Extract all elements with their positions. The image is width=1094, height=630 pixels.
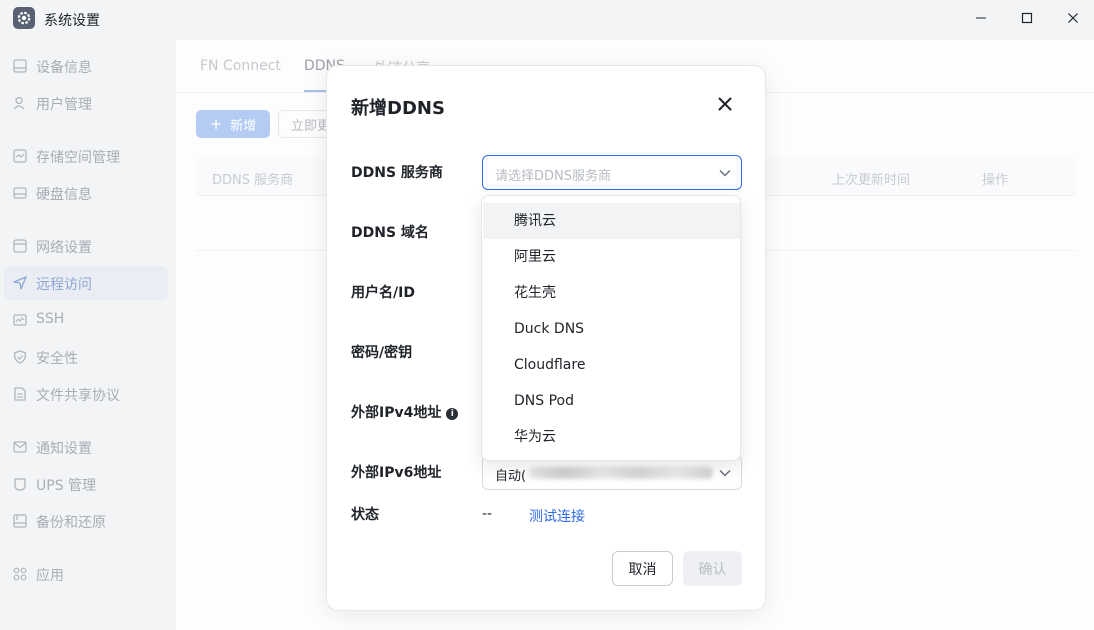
info-icon[interactable]: i (446, 408, 459, 420)
backup-icon (13, 514, 27, 528)
dropdown-option-huawei-cloud[interactable]: 华为云 (483, 419, 740, 455)
sidebar-item-label: UPS 管理 (36, 478, 97, 494)
dropdown-option-oray[interactable]: 花生壳 (483, 275, 740, 311)
column-header-actions: 操作 (982, 173, 1009, 188)
plus-icon: + (209, 115, 223, 133)
sidebar-item-label: 文件共享协议 (36, 388, 120, 404)
title-bar: 系统设置 (0, 0, 1094, 40)
sidebar-item-label: 网络设置 (36, 240, 92, 256)
chevron-down-icon (719, 169, 731, 177)
send-icon (13, 276, 27, 290)
sidebar-item-label: 通知设置 (36, 441, 92, 457)
provider-dropdown-list: 腾讯云 阿里云 花生壳 Duck DNS Cloudflare DNS Pod … (481, 195, 741, 461)
sidebar-item-backup[interactable]: 备份和还原 (4, 504, 168, 538)
tab-fn-connect[interactable]: FN Connect (200, 58, 281, 74)
dropdown-option-dnspod[interactable]: DNS Pod (483, 383, 740, 419)
file-icon (14, 387, 26, 401)
ups-icon (14, 478, 26, 491)
provider-label: DDNS 服务商 (351, 165, 443, 181)
chevron-down-icon (719, 469, 731, 477)
close-icon[interactable] (718, 97, 732, 111)
sidebar-item-apps[interactable]: 应用 (4, 557, 168, 591)
sidebar-item-label: 设备信息 (36, 60, 92, 76)
cancel-button[interactable]: 取消 (612, 551, 673, 586)
sidebar-item-ssh[interactable]: SSH (4, 303, 168, 337)
ipv4-label: 外部IPv4地址 (351, 405, 442, 421)
status-label: 状态 (351, 507, 379, 523)
test-connection-link[interactable]: 测试连接 (529, 506, 585, 526)
add-ddns-button[interactable]: + 新增 (196, 110, 270, 138)
column-header-last-update: 上次更新时间 (832, 173, 911, 188)
domain-label: DDNS 域名 (351, 225, 429, 241)
terminal-icon (13, 314, 27, 326)
redacted-address (529, 467, 713, 479)
sidebar-item-label: 备份和还原 (36, 515, 106, 531)
sidebar-item-label: 用户管理 (36, 97, 92, 113)
ipv6-value: 自动( (495, 469, 527, 484)
status-value: -- (482, 506, 493, 522)
sidebar-item-label: SSH (36, 311, 65, 327)
sidebar-item-storage[interactable]: 存储空间管理 (4, 139, 168, 173)
close-window-button[interactable] (1050, 0, 1094, 36)
sidebar-item-remote-access[interactable]: 远程访问 (4, 266, 168, 300)
sidebar-item-device-info[interactable]: 设备信息 (4, 49, 168, 83)
sidebar-item-label: 硬盘信息 (36, 187, 92, 203)
sidebar-item-ups[interactable]: UPS 管理 (4, 467, 168, 501)
close-icon (1068, 13, 1078, 23)
disk-icon (13, 187, 27, 199)
user-icon (13, 96, 25, 110)
window-title: 系统设置 (44, 13, 100, 29)
sidebar-item-label: 存储空间管理 (36, 150, 120, 166)
apps-icon (13, 567, 27, 581)
sidebar-item-label: 安全性 (36, 351, 78, 367)
sidebar-item-network[interactable]: 网络设置 (4, 229, 168, 263)
confirm-button[interactable]: 确认 (683, 551, 742, 586)
sidebar-item-file-sharing[interactable]: 文件共享协议 (4, 377, 168, 411)
dropdown-option-tencent-cloud[interactable]: 腾讯云 (483, 203, 740, 239)
provider-placeholder: 请选择DDNS服务商 (495, 169, 611, 184)
sidebar-item-user-management[interactable]: 用户管理 (4, 86, 168, 120)
ipv6-label: 外部IPv6地址 (351, 465, 442, 481)
device-info-icon (13, 59, 27, 73)
sidebar: 设备信息 用户管理 存储空间管理 硬盘信息 网络设置 远程访问 SSH 安全性 … (0, 40, 176, 630)
minimize-button[interactable] (958, 0, 1004, 36)
add-button-label: 新增 (230, 118, 257, 134)
mail-icon (13, 441, 27, 453)
ipv4-label-row: 外部IPv4地址 i (351, 402, 459, 422)
provider-select[interactable]: 请选择DDNS服务商 (482, 155, 742, 190)
minimize-icon (976, 17, 986, 19)
maximize-icon (1021, 12, 1033, 24)
password-label: 密码/密钥 (351, 345, 413, 361)
network-icon (13, 239, 27, 253)
sidebar-item-label: 远程访问 (36, 277, 92, 293)
storage-icon (13, 149, 27, 163)
sidebar-item-notifications[interactable]: 通知设置 (4, 430, 168, 464)
column-header-provider: DDNS 服务商 (212, 173, 294, 188)
sidebar-item-label: 应用 (36, 568, 64, 584)
maximize-button[interactable] (1004, 0, 1050, 36)
dialog-title: 新增DDNS (351, 98, 445, 119)
settings-app-icon (13, 7, 35, 29)
shield-icon (13, 350, 27, 364)
sidebar-item-disk-info[interactable]: 硬盘信息 (4, 176, 168, 210)
dropdown-option-duck-dns[interactable]: Duck DNS (483, 311, 740, 347)
username-label: 用户名/ID (351, 285, 415, 301)
sidebar-item-security[interactable]: 安全性 (4, 340, 168, 374)
dropdown-option-cloudflare[interactable]: Cloudflare (483, 347, 740, 383)
dropdown-option-aliyun[interactable]: 阿里云 (483, 239, 740, 275)
